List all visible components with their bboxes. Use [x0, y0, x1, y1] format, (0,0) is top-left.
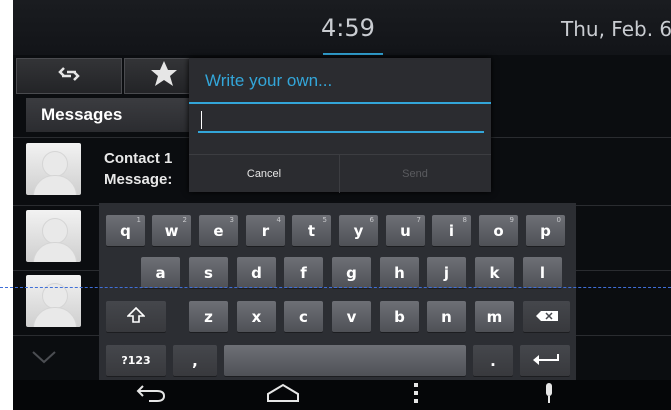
tab-contacts[interactable] — [16, 58, 122, 94]
dialog-buttons: Cancel Send — [189, 154, 491, 193]
message-input[interactable] — [198, 109, 484, 133]
dialog-divider — [189, 102, 491, 104]
key-n[interactable]: n — [427, 301, 466, 332]
page-title: Messages — [41, 105, 123, 124]
key-o[interactable]: o9 — [479, 215, 518, 246]
key-p[interactable]: p0 — [526, 215, 565, 246]
guide-line — [0, 287, 671, 288]
key-f[interactable]: f — [284, 257, 323, 288]
key-q[interactable]: q1 — [106, 215, 145, 246]
clock: 4:59 — [321, 14, 375, 42]
menu-button[interactable] — [396, 382, 436, 409]
messages-header: Messages — [26, 98, 191, 132]
key-comma[interactable]: , — [173, 345, 217, 376]
key-a[interactable]: a — [141, 257, 180, 288]
key-g[interactable]: g — [332, 257, 371, 288]
back-icon — [135, 383, 167, 408]
shift-key[interactable] — [106, 301, 166, 332]
key-r[interactable]: r4 — [246, 215, 285, 246]
home-button[interactable] — [263, 383, 303, 407]
date-label: Thu, Feb. 6 — [561, 17, 671, 41]
symbols-key[interactable]: ?123 — [106, 345, 166, 376]
key-j[interactable]: j — [427, 257, 466, 288]
key-d[interactable]: d — [237, 257, 276, 288]
key-v[interactable]: v — [332, 301, 371, 332]
key-period[interactable]: . — [473, 345, 513, 376]
contact-name: Contact 1 — [104, 150, 173, 167]
avatar — [26, 275, 81, 327]
key-z[interactable]: z — [189, 301, 228, 332]
cancel-button[interactable]: Cancel — [189, 155, 340, 193]
shift-icon — [126, 306, 146, 327]
avatar — [26, 210, 81, 262]
contact-swap-icon — [58, 65, 80, 88]
key-s[interactable]: s — [189, 257, 228, 288]
send-button[interactable]: Send — [340, 155, 490, 193]
key-c[interactable]: c — [284, 301, 323, 332]
backspace-key[interactable] — [523, 301, 570, 332]
key-w[interactable]: w2 — [152, 215, 191, 246]
mic-icon — [541, 382, 557, 409]
chevron-down-icon[interactable] — [31, 350, 57, 369]
key-l[interactable]: l — [523, 257, 562, 288]
key-h[interactable]: h — [380, 257, 419, 288]
enter-key[interactable] — [520, 345, 570, 376]
navigation-bar — [13, 380, 671, 410]
avatar — [26, 143, 81, 195]
enter-icon — [530, 352, 560, 370]
key-m[interactable]: m — [475, 301, 514, 332]
key-t[interactable]: t5 — [292, 215, 331, 246]
car-display: 4:59 Thu, Feb. 6 Messages Contact 1 Mess… — [13, 0, 671, 410]
keyboard: q1 w2 e3 r4 t5 y6 u7 i8 o9 p0 a s d f g … — [99, 203, 576, 380]
key-u[interactable]: u7 — [386, 215, 425, 246]
key-x[interactable]: x — [237, 301, 276, 332]
key-y[interactable]: y6 — [339, 215, 378, 246]
compose-dialog: Write your own... Cancel Send — [189, 58, 491, 193]
key-b[interactable]: b — [380, 301, 419, 332]
voice-button[interactable] — [529, 382, 569, 409]
message-preview: Message: — [104, 171, 173, 188]
status-accent-line — [323, 53, 383, 55]
text-caret — [201, 111, 202, 129]
key-e[interactable]: e3 — [199, 215, 238, 246]
space-key[interactable] — [224, 345, 466, 376]
star-icon — [149, 59, 179, 94]
dialog-title: Write your own... — [205, 71, 333, 90]
backspace-icon — [535, 308, 559, 326]
menu-icon — [412, 382, 420, 409]
back-button[interactable] — [131, 383, 171, 407]
home-icon — [265, 383, 301, 408]
status-bar: 4:59 Thu, Feb. 6 — [13, 0, 671, 55]
key-i[interactable]: i8 — [432, 215, 471, 246]
key-k[interactable]: k — [475, 257, 514, 288]
